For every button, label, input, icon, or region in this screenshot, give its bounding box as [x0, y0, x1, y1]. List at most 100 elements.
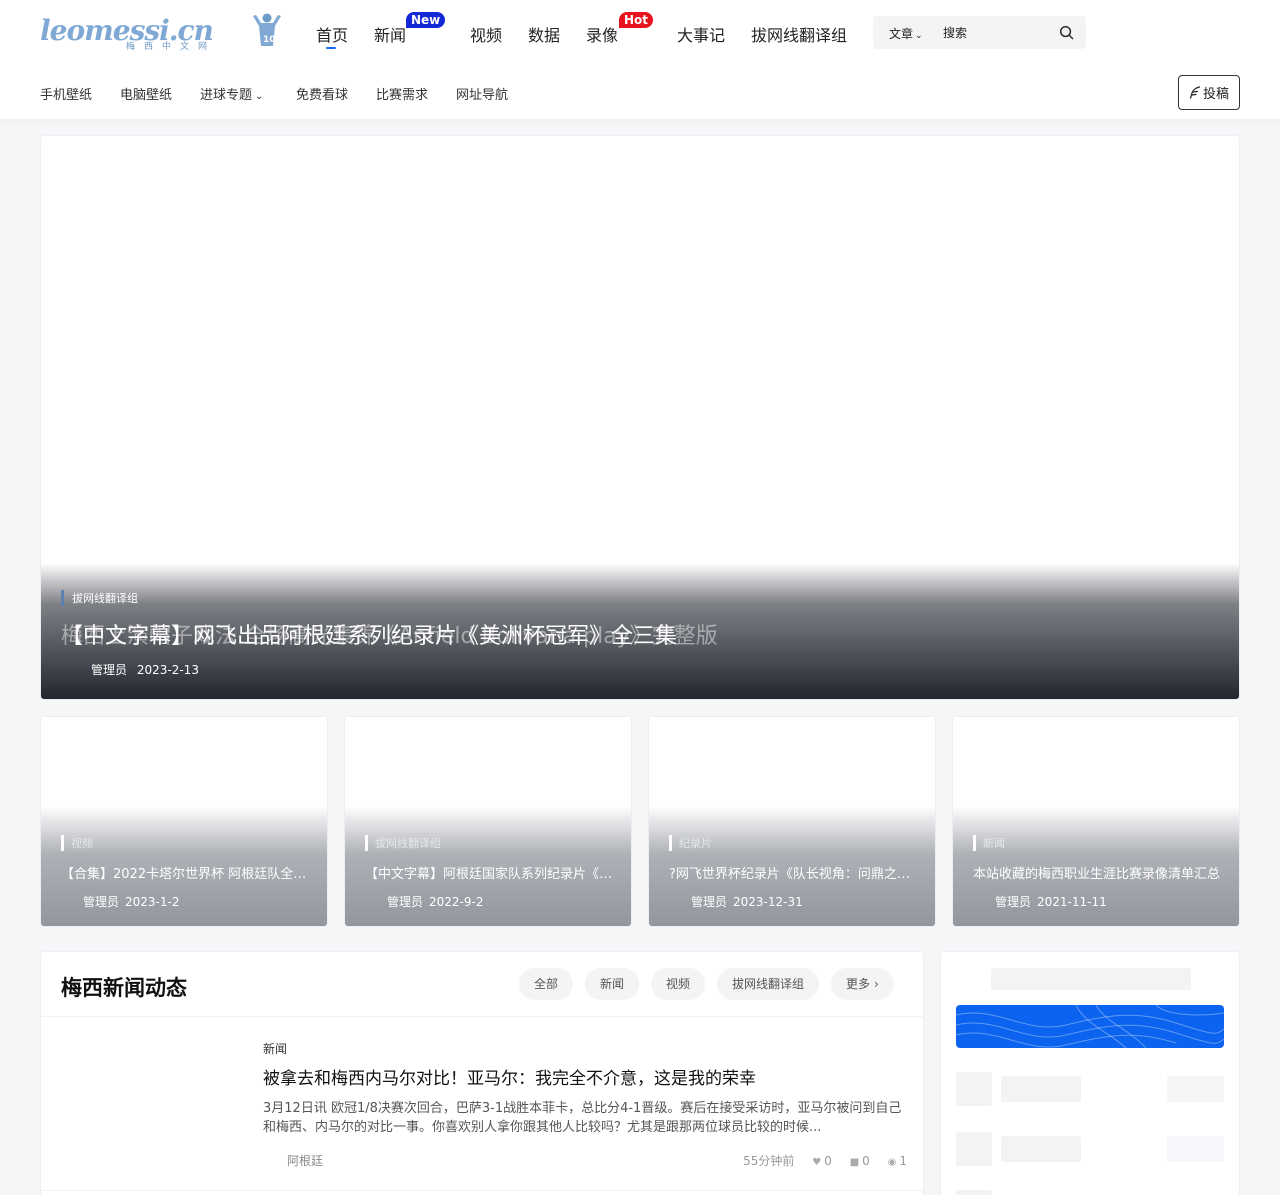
card-author[interactable]: 管理员 [83, 895, 119, 909]
filter-more[interactable]: 更多 › [831, 968, 894, 1000]
hero-author[interactable]: 管理员 [91, 663, 127, 677]
subnav-label: 进球专题 [200, 88, 253, 103]
card-date: 2023-12-31 [733, 895, 803, 909]
chevron-right-icon: › [874, 977, 879, 991]
hero-date: 2023-2-13 [136, 663, 199, 677]
card-meta: 管理员 2023-12-31 [691, 893, 809, 910]
nav-label: 首页 [316, 26, 349, 45]
placeholder-thumb [956, 1072, 992, 1106]
new-badge: New [406, 12, 446, 28]
card-meta: 管理员 2022-9-2 [387, 893, 489, 910]
card-author[interactable]: 管理员 [387, 895, 423, 909]
subnav-item-mobile-wallpaper[interactable]: 手机壁纸 [40, 84, 92, 103]
comments-count: 0 [862, 1154, 870, 1168]
post-time: 55分钟前 [743, 1154, 795, 1168]
nav-item-home[interactable]: 首页 [316, 22, 349, 49]
card-meta: 管理员 2023-1-2 [83, 893, 185, 910]
news-section-title: 梅西新闻动态 [61, 976, 187, 1000]
card-title[interactable]: 本站收藏的梅西职业生涯比赛录像清单汇总 [973, 863, 1225, 882]
featured-card[interactable]: 拔网线翻译组 【中文字幕】阿根廷国家队系列纪录片《美洲杯冠军》 管理员 2022-… [344, 716, 632, 927]
card-author[interactable]: 管理员 [691, 895, 727, 909]
nav-item-timeline[interactable]: 大事记 [677, 22, 725, 46]
subnav-item-directory[interactable]: 网址导航 [456, 84, 508, 103]
card-category[interactable]: 拔网线翻译组 [365, 835, 441, 851]
placeholder-bar [1167, 1076, 1224, 1102]
post-category[interactable]: 新闻 [263, 1040, 287, 1057]
eye-icon: ◉ [887, 1157, 897, 1168]
logo-subtitle: 梅西中文网 [126, 42, 217, 52]
comment-icon: ■ [849, 1157, 860, 1168]
nav-label: 录像 [586, 26, 619, 45]
nav-item-replay[interactable]: 录像 Hot [586, 12, 654, 46]
site-header: leomessi.cn 梅西中文网 10 首页 新闻 New 视频 数据 录像 … [0, 0, 1280, 119]
post-author[interactable]: 阿根廷 [287, 1152, 323, 1169]
post-views: ◉ 1 [888, 1154, 907, 1168]
likes-count: 0 [824, 1154, 832, 1168]
nav-item-data[interactable]: 数据 [528, 22, 560, 46]
divider [41, 1190, 923, 1191]
post-excerpt: 3月12日讯 欧冠1/8决赛次回合，巴萨3-1战胜本菲卡，总比分4-1晋级。赛后… [263, 1101, 902, 1135]
post-stats: 55分钟前 ♥ 0 ■ 0 ◉ 1 [729, 1152, 907, 1169]
news-section: 梅西新闻动态 全部 新闻 视频 拔网线翻译组 更多 › 新闻 被拿去和梅西内马尔对… [40, 951, 924, 1195]
search-box: 文章 ⌄ [873, 16, 1086, 49]
nav-item-news[interactable]: 新闻 New [374, 12, 446, 46]
featured-card[interactable]: 视频 【合集】2022卡塔尔世界杯 阿根廷队全场比赛录像合集 管理员 2023-1… [40, 716, 328, 927]
hero-category[interactable]: 拔网线翻译组 [61, 590, 138, 606]
search-input[interactable] [943, 22, 1053, 44]
card-author[interactable]: 管理员 [995, 895, 1031, 909]
post-comments[interactable]: ■ 0 [850, 1154, 870, 1168]
chevron-down-icon: ⌄ [255, 91, 264, 102]
nav-item-video[interactable]: 视频 [470, 22, 502, 46]
placeholder-bar [1001, 1136, 1081, 1162]
card-category[interactable]: 纪录片 [669, 835, 712, 851]
placeholder-bar [1001, 1076, 1081, 1102]
card-title[interactable]: ?网飞世界杯纪录片《队长视角：问鼎之路》 [669, 863, 921, 882]
submit-label: 投稿 [1202, 87, 1229, 102]
news-filters: 全部 新闻 视频 拔网线翻译组 更多 › [519, 968, 903, 1000]
card-title[interactable]: 【中文字幕】阿根廷国家队系列纪录片《美洲杯冠军》 [365, 863, 617, 882]
submit-post-button[interactable]: 投稿 [1178, 75, 1240, 110]
heart-icon: ♥ [812, 1157, 822, 1168]
contour-pattern-icon [956, 1005, 1224, 1048]
filter-all[interactable]: 全部 [519, 968, 574, 1000]
post-title[interactable]: 被拿去和梅西内马尔对比！亚马尔：我完全不介意，这是我的荣幸 [263, 1064, 756, 1089]
nav-label: 视频 [470, 26, 503, 45]
search-icon[interactable] [1059, 25, 1074, 40]
subnav-item-goals[interactable]: 进球专题 ⌄ [200, 84, 263, 103]
filter-translation-group[interactable]: 拔网线翻译组 [717, 968, 820, 1000]
nav-item-translation-group[interactable]: 拔网线翻译组 [751, 22, 847, 46]
filter-news[interactable]: 新闻 [585, 968, 640, 1000]
chevron-down-icon: ⌄ [915, 31, 923, 41]
featured-card[interactable]: 纪录片 ?网飞世界杯纪录片《队长视角：问鼎之路》 管理员 2023-12-31 [648, 716, 936, 927]
filter-more-label: 更多 [846, 977, 871, 991]
placeholder-thumb [956, 1190, 992, 1195]
card-date: 2023-1-2 [125, 895, 180, 909]
sidebar-banner[interactable] [956, 1005, 1224, 1048]
hero-meta: 管理员 2023-2-13 [91, 661, 205, 678]
search-type-select[interactable]: 文章 ⌄ [889, 25, 923, 42]
nav-label: 数据 [528, 26, 561, 45]
nav-label: 大事记 [677, 26, 726, 45]
placeholder-thumb [956, 1132, 992, 1166]
subnav-item-desktop-wallpaper[interactable]: 电脑壁纸 [120, 84, 172, 103]
card-title[interactable]: 【合集】2022卡塔尔世界杯 阿根廷队全场比赛录像合集 [61, 863, 313, 882]
subnav-item-free-stream[interactable]: 免费看球 [296, 84, 348, 103]
card-meta: 管理员 2021-11-11 [995, 893, 1113, 910]
subnav-item-match-request[interactable]: 比赛需求 [376, 84, 428, 103]
divider [41, 1016, 923, 1017]
nav-label: 新闻 [374, 26, 407, 45]
svg-text:10: 10 [263, 35, 276, 45]
card-category[interactable]: 视频 [61, 835, 93, 851]
filter-video[interactable]: 视频 [651, 968, 706, 1000]
featured-card[interactable]: 新闻 本站收藏的梅西职业生涯比赛录像清单汇总 管理员 2021-11-11 [952, 716, 1240, 927]
card-date: 2021-11-11 [1037, 895, 1107, 909]
search-type-label: 文章 [889, 27, 914, 41]
hero-slider[interactable]: 拔网线翻译组 梅西上演帽子戏法 全场高光集锦《Anfield Bolivana … [40, 135, 1240, 700]
card-category[interactable]: 新闻 [973, 835, 1005, 851]
views-count: 1 [899, 1154, 907, 1168]
site-logo[interactable]: leomessi.cn 梅西中文网 10 [40, 12, 285, 52]
hero-title[interactable]: 【中文字幕】网飞出品阿根廷系列纪录片《美洲杯冠军》全三集 [61, 618, 677, 650]
placeholder-bar [1167, 1136, 1224, 1162]
post-likes[interactable]: ♥ 0 [812, 1154, 832, 1168]
player-figure-icon: 10 [253, 13, 281, 46]
